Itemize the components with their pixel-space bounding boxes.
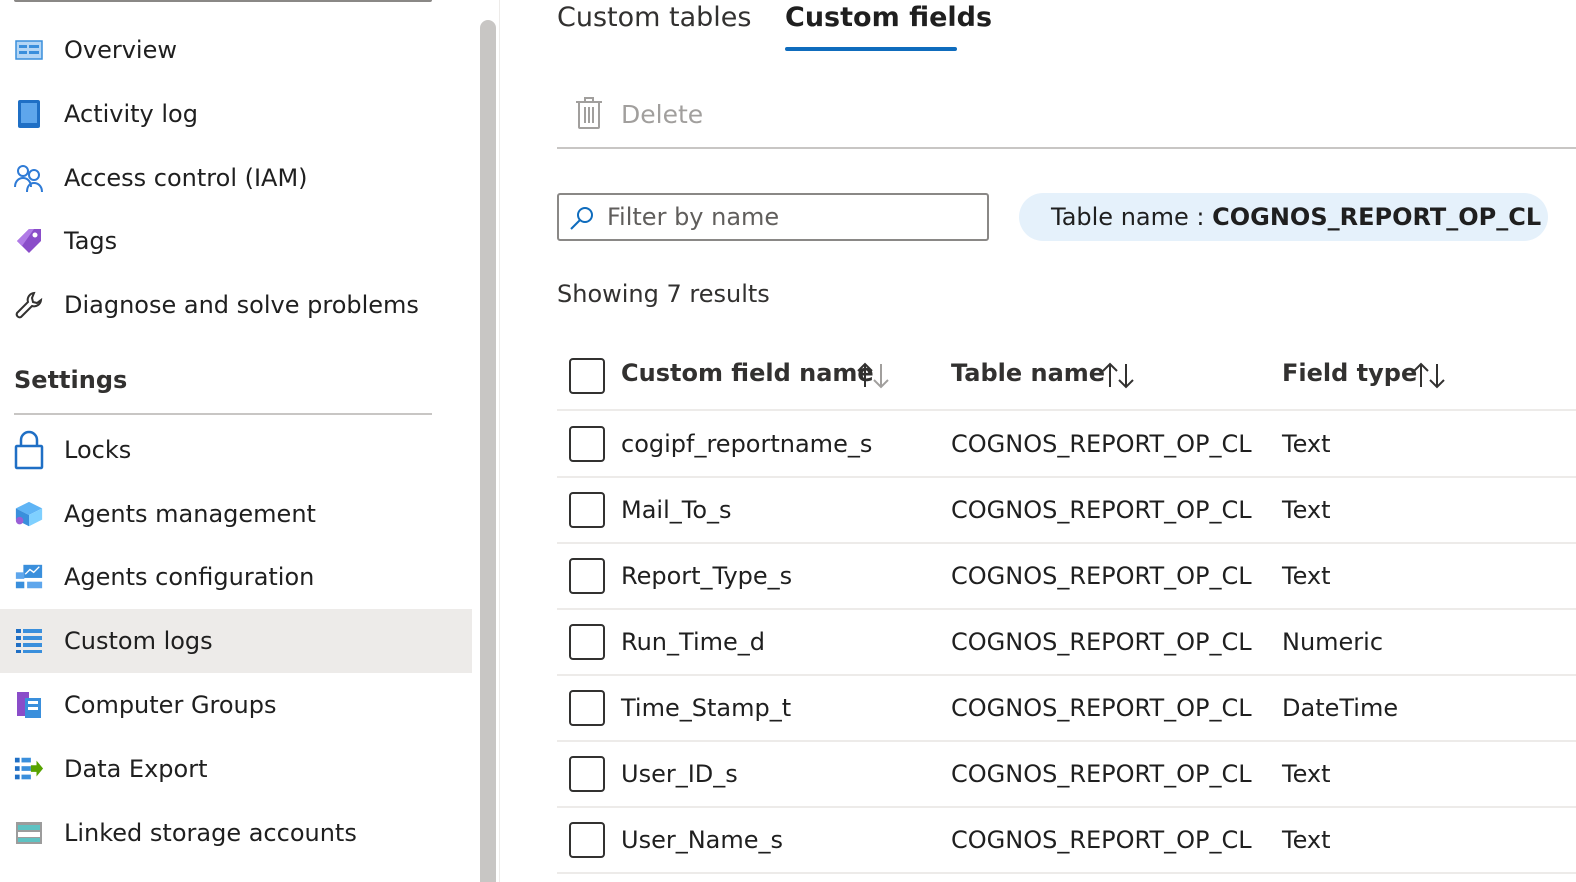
field-name-cell: Time_Stamp_t xyxy=(621,694,792,722)
search-icon xyxy=(569,205,595,231)
field-type-cell: Numeric xyxy=(1282,628,1384,656)
sidebar-item-agents-management[interactable]: Agents management xyxy=(0,482,472,546)
row-checkbox[interactable] xyxy=(569,558,605,594)
tab-custom-tables[interactable]: Custom tables xyxy=(557,2,751,54)
delete-button[interactable]: Delete xyxy=(572,92,712,136)
activity-log-icon xyxy=(14,99,44,129)
table-row[interactable]: cogipf_reportname_s COGNOS_REPORT_OP_CL … xyxy=(557,412,1576,478)
field-name-cell: Report_Type_s xyxy=(621,562,793,590)
sidebar-item-diagnose[interactable]: Diagnose and solve problems xyxy=(0,273,472,337)
field-name-cell: Mail_To_s xyxy=(621,496,732,524)
sidebar-item-activity-log[interactable]: Activity log xyxy=(0,82,472,146)
row-checkbox[interactable] xyxy=(569,756,605,792)
tag-icon xyxy=(14,226,44,256)
sort-icon[interactable] xyxy=(1411,361,1447,389)
table-row[interactable]: User_ID_s COGNOS_REPORT_OP_CL Text xyxy=(557,742,1576,808)
sidebar-item-label: Computer Groups xyxy=(64,691,277,719)
filter-box[interactable] xyxy=(557,193,989,241)
table-header: Custom field name Table name Field type xyxy=(557,341,1576,411)
wrench-icon xyxy=(14,290,44,320)
row-checkbox[interactable] xyxy=(569,624,605,660)
lock-icon xyxy=(14,430,44,470)
toolbar-divider xyxy=(557,147,1576,149)
delete-label: Delete xyxy=(621,99,704,129)
sidebar-item-label: Linked storage accounts xyxy=(64,819,357,847)
sidebar-item-label: Agents configuration xyxy=(64,563,315,591)
table-name-cell: COGNOS_REPORT_OP_CL xyxy=(951,694,1252,722)
results-count: Showing 7 results xyxy=(557,280,770,308)
field-name-cell: Run_Time_d xyxy=(621,628,765,656)
row-checkbox[interactable] xyxy=(569,426,605,462)
agents-configuration-icon xyxy=(14,562,44,592)
overview-icon xyxy=(14,35,44,65)
data-export-icon xyxy=(14,754,44,784)
sidebar-item-label: Diagnose and solve problems xyxy=(64,291,419,319)
field-type-cell: Text xyxy=(1282,496,1331,524)
trash-icon xyxy=(575,96,603,134)
sidebar-top-divider xyxy=(14,0,432,2)
sidebar-item-label: Locks xyxy=(64,436,132,464)
table-row[interactable]: Time_Stamp_t COGNOS_REPORT_OP_CL DateTim… xyxy=(557,676,1576,742)
table-row[interactable]: Report_Type_s COGNOS_REPORT_OP_CL Text xyxy=(557,544,1576,610)
storage-icon xyxy=(14,818,44,848)
field-type-cell: Text xyxy=(1282,562,1331,590)
field-type-cell: Text xyxy=(1282,430,1331,458)
table-row[interactable]: Mail_To_s COGNOS_REPORT_OP_CL Text xyxy=(557,478,1576,544)
column-header-table-name[interactable]: Table name xyxy=(951,359,1105,387)
sidebar-item-custom-logs[interactable]: Custom logs xyxy=(0,609,472,673)
table-name-cell: COGNOS_REPORT_OP_CL xyxy=(951,628,1252,656)
row-checkbox[interactable] xyxy=(569,822,605,858)
sidebar-item-label: Custom logs xyxy=(64,627,213,655)
sidebar-item-computer-groups[interactable]: Computer Groups xyxy=(0,673,472,737)
settings-section-title: Settings xyxy=(14,366,128,394)
column-header-custom-field-name[interactable]: Custom field name xyxy=(621,359,874,387)
sidebar-item-label: Agents management xyxy=(64,500,316,528)
table-name-cell: COGNOS_REPORT_OP_CL xyxy=(951,826,1252,854)
sidebar-item-access-control[interactable]: Access control (IAM) xyxy=(0,146,472,210)
pill-value: COGNOS_REPORT_OP_CL xyxy=(1212,203,1542,231)
table-row[interactable]: User_Name_s COGNOS_REPORT_OP_CL Text xyxy=(557,808,1576,874)
select-all-checkbox[interactable] xyxy=(569,358,605,394)
sidebar-item-tags[interactable]: Tags xyxy=(0,209,472,273)
row-checkbox[interactable] xyxy=(569,690,605,726)
custom-logs-icon xyxy=(14,626,44,656)
sidebar-item-label: Data Export xyxy=(64,755,208,783)
field-type-cell: Text xyxy=(1282,760,1331,788)
sidebar-item-data-export[interactable]: Data Export xyxy=(0,737,472,801)
table-name-filter-pill[interactable]: Table name : COGNOS_REPORT_OP_CL xyxy=(1019,193,1548,241)
field-name-cell: User_ID_s xyxy=(621,760,738,788)
field-name-cell: User_Name_s xyxy=(621,826,784,854)
agents-management-icon xyxy=(14,499,44,529)
sidebar-item-agents-configuration[interactable]: Agents configuration xyxy=(0,545,472,609)
sidebar-item-label: Access control (IAM) xyxy=(64,164,308,192)
table-row[interactable]: Run_Time_d COGNOS_REPORT_OP_CL Numeric xyxy=(557,610,1576,676)
pill-label: Table name : xyxy=(1051,203,1213,231)
sidebar-item-label: Tags xyxy=(64,227,118,255)
sidebar-item-linked-storage[interactable]: Linked storage accounts xyxy=(0,801,472,865)
table-name-cell: COGNOS_REPORT_OP_CL xyxy=(951,760,1252,788)
computer-groups-icon xyxy=(14,690,44,720)
row-checkbox[interactable] xyxy=(569,492,605,528)
field-type-cell: Text xyxy=(1282,826,1331,854)
people-icon xyxy=(14,163,44,193)
sidebar-scrollbar-thumb[interactable] xyxy=(480,20,496,882)
sidebar-item-label: Overview xyxy=(64,36,177,64)
field-name-cell: cogipf_reportname_s xyxy=(621,430,873,458)
column-header-field-type[interactable]: Field type xyxy=(1282,359,1417,387)
sort-icon[interactable] xyxy=(1100,361,1136,389)
table-name-cell: COGNOS_REPORT_OP_CL xyxy=(951,430,1252,458)
table-name-cell: COGNOS_REPORT_OP_CL xyxy=(951,496,1252,524)
sort-icon[interactable] xyxy=(855,361,891,389)
active-tab-indicator xyxy=(785,47,957,51)
sidebar-item-overview[interactable]: Overview xyxy=(0,18,472,82)
table-name-cell: COGNOS_REPORT_OP_CL xyxy=(951,562,1252,590)
section-divider xyxy=(14,413,432,415)
sidebar: Overview Activity log Access control (IA… xyxy=(0,0,472,882)
field-type-cell: DateTime xyxy=(1282,694,1399,722)
sidebar-item-label: Activity log xyxy=(64,100,198,128)
search-input[interactable] xyxy=(607,201,977,233)
sidebar-item-locks[interactable]: Locks xyxy=(0,418,472,482)
